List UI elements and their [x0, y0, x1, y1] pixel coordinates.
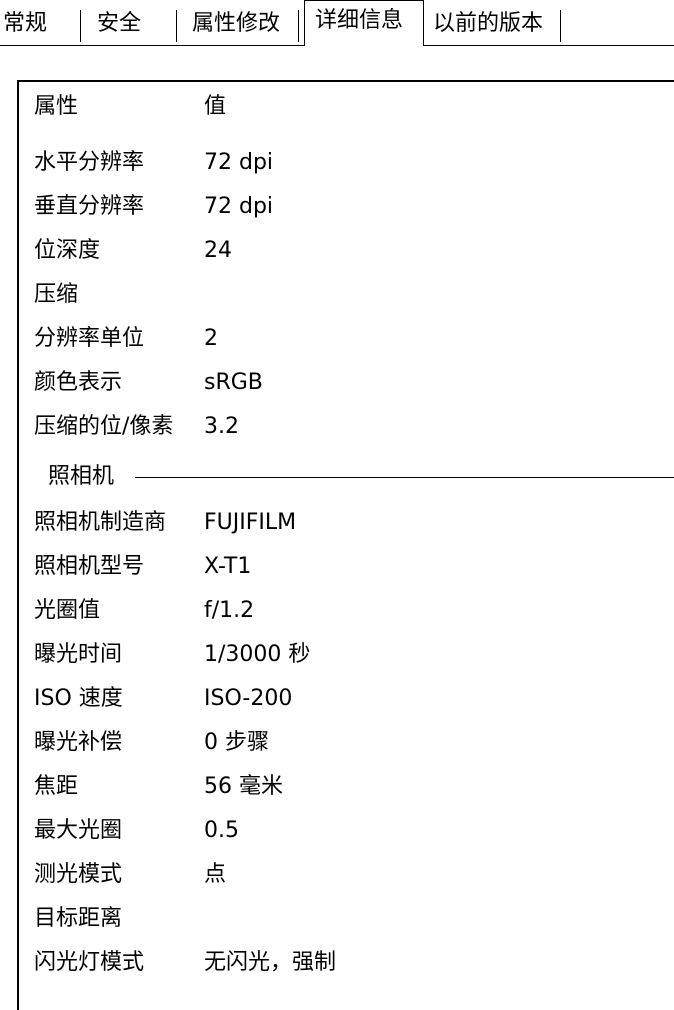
property-value: 3.2 — [204, 414, 239, 439]
property-value: FUJIFILM — [204, 510, 297, 535]
property-value: f/1.2 — [204, 598, 255, 623]
property-value: 点 — [204, 862, 227, 887]
property-value: sRGB — [204, 370, 263, 395]
property-name: 曝光时间 — [34, 642, 123, 667]
tab-general-label: 常规 — [3, 11, 48, 36]
property-name: 光圈值 — [34, 598, 101, 623]
list-item[interactable]: 垂直分辨率 72 dpi — [34, 189, 674, 225]
tab-details-label: 详细信息 — [315, 8, 404, 33]
property-name: 曝光补偿 — [34, 730, 123, 755]
tab-details[interactable]: 详细信息 — [304, 0, 424, 46]
property-value: 1/3000 秒 — [204, 642, 311, 667]
property-name: 最大光圈 — [34, 818, 123, 843]
list-item[interactable]: 曝光补偿 0 步骤 — [34, 725, 674, 761]
property-name: 照相机制造商 — [34, 510, 167, 535]
property-name: 目标距离 — [34, 906, 123, 931]
group-header-camera[interactable]: 照相机 — [34, 459, 674, 495]
tab-property-modify[interactable]: 属性修改 — [192, 6, 299, 44]
property-name: 位深度 — [34, 238, 101, 263]
property-name: 焦距 — [34, 774, 79, 799]
column-header-property[interactable]: 属性 — [34, 89, 78, 125]
list-item[interactable]: 最大光圈 0.5 — [34, 813, 674, 849]
list-item[interactable]: 测光模式 点 — [34, 857, 674, 893]
list-item[interactable]: 曝光时间 1/3000 秒 — [34, 637, 674, 673]
tab-divider — [298, 10, 299, 42]
property-value: 56 毫米 — [204, 774, 283, 799]
list-item[interactable]: 闪光灯模式 无闪光，强制 — [34, 945, 674, 981]
property-value: 0 步骤 — [204, 730, 269, 755]
tab-previous-versions-label: 以前的版本 — [433, 11, 544, 36]
property-name: 测光模式 — [34, 862, 123, 887]
property-name: 照相机型号 — [34, 554, 145, 579]
list-item[interactable]: 目标距离 — [34, 901, 674, 937]
property-value: 24 — [204, 238, 232, 263]
list-item[interactable]: ISO 速度 ISO-200 — [34, 681, 674, 717]
list-item[interactable]: 照相机制造商 FUJIFILM — [34, 505, 674, 541]
list-item[interactable]: 压缩 — [34, 277, 674, 313]
list-item[interactable]: 颜色表示 sRGB — [34, 365, 674, 401]
property-value: 2 — [204, 326, 218, 351]
list-item[interactable]: 光圈值 f/1.2 — [34, 593, 674, 629]
group-label: 照相机 — [48, 459, 121, 495]
property-value: 72 dpi — [204, 194, 274, 219]
tab-security[interactable]: 安全 — [97, 6, 177, 44]
property-name: 闪光灯模式 — [34, 950, 145, 975]
property-name: ISO 速度 — [34, 686, 123, 711]
property-value: 0.5 — [204, 818, 239, 843]
tab-general[interactable]: 常规 — [3, 6, 81, 44]
list-header: 属性 值 — [34, 89, 674, 125]
property-name: 垂直分辨率 — [34, 194, 145, 219]
list-item[interactable]: 分辨率单位 2 — [34, 321, 674, 357]
property-value: X-T1 — [204, 554, 252, 579]
tab-previous-versions[interactable]: 以前的版本 — [433, 6, 561, 44]
tab-divider — [80, 10, 81, 42]
property-name: 压缩 — [34, 282, 79, 307]
list-item[interactable]: 焦距 56 毫米 — [34, 769, 674, 805]
tab-security-label: 安全 — [97, 11, 142, 36]
property-name: 压缩的位/像素 — [34, 414, 174, 439]
tab-divider — [560, 10, 561, 42]
property-value: ISO-200 — [204, 686, 293, 711]
property-value: 无闪光，强制 — [204, 950, 337, 975]
property-value: 72 dpi — [204, 150, 274, 175]
tab-property-modify-label: 属性修改 — [192, 11, 281, 36]
property-name: 分辨率单位 — [34, 326, 145, 351]
tab-divider — [176, 10, 177, 42]
tab-strip: 常规 安全 属性修改 详细信息 以前的版本 — [0, 0, 674, 48]
list-item[interactable]: 照相机型号 X-T1 — [34, 549, 674, 585]
list-item[interactable]: 位深度 24 — [34, 233, 674, 269]
column-header-value[interactable]: 值 — [204, 89, 226, 125]
list-item[interactable]: 压缩的位/像素 3.2 — [34, 409, 674, 445]
property-name: 颜色表示 — [34, 370, 123, 395]
group-divider — [135, 477, 674, 478]
list-item[interactable]: 水平分辨率 72 dpi — [34, 145, 674, 181]
property-name: 水平分辨率 — [34, 150, 145, 175]
